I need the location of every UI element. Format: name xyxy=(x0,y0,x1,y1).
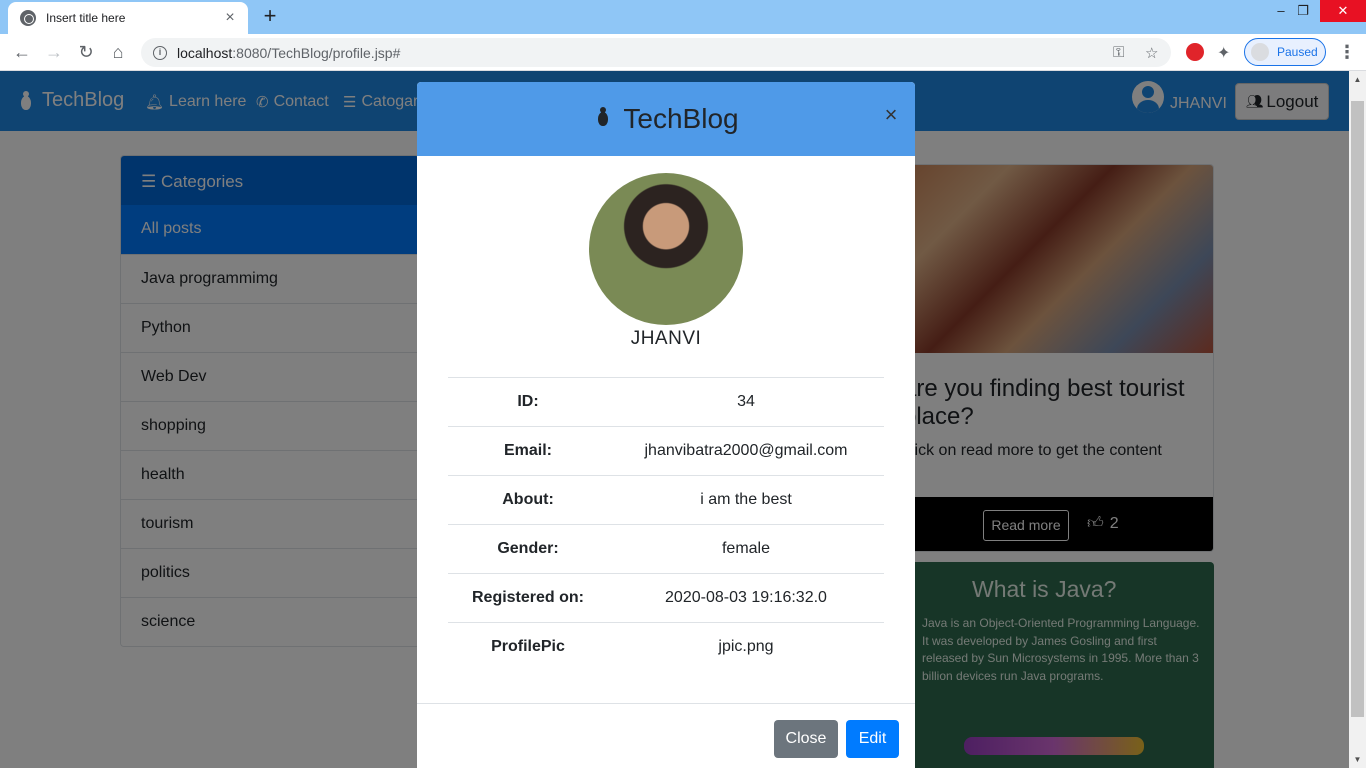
profile-picture xyxy=(589,173,743,325)
row-value: jhanvibatra2000@gmail.com xyxy=(608,426,884,476)
scroll-up-icon[interactable]: ▲ xyxy=(1349,71,1366,88)
modal-header: TechBlog × xyxy=(417,82,915,156)
row-value: 2020-08-03 19:16:32.0 xyxy=(608,573,884,623)
row-label: ProfilePic xyxy=(448,622,608,672)
row-value: female xyxy=(608,524,884,574)
table-row: About: i am the best xyxy=(448,475,884,525)
reload-icon[interactable]: ↻ xyxy=(74,40,98,64)
browser-tab-bar: Insert title here × + – ❐ ✕ xyxy=(0,0,1366,34)
modal-title: TechBlog xyxy=(417,103,915,135)
close-button[interactable]: Close xyxy=(774,720,838,758)
star-icon[interactable]: ☆ xyxy=(1145,44,1158,62)
profile-paused-button[interactable]: Paused xyxy=(1244,38,1326,66)
profile-details-table: ID: 34 Email: jhanvibatra2000@gmail.com … xyxy=(448,377,884,672)
tab-close-button[interactable]: × xyxy=(222,10,238,26)
table-row: Email: jhanvibatra2000@gmail.com xyxy=(448,426,884,476)
table-row: Gender: female xyxy=(448,524,884,574)
profile-name: JHANVI xyxy=(630,328,702,349)
menu-icon[interactable]: ⋮ xyxy=(1338,42,1356,63)
modal-close-icon[interactable]: × xyxy=(883,102,899,128)
key-icon[interactable]: ⚿ xyxy=(1113,44,1124,61)
row-value: 34 xyxy=(608,377,884,427)
info-icon[interactable]: i xyxy=(153,45,167,60)
window-close-button[interactable]: ✕ xyxy=(1320,0,1366,22)
profile-modal: TechBlog × JHANVI ID: 34 Email: jhanviba… xyxy=(417,82,915,768)
row-label: About: xyxy=(448,475,608,525)
table-row: ID: 34 xyxy=(448,377,884,427)
back-icon[interactable]: ← xyxy=(10,40,34,64)
globe-icon xyxy=(20,10,36,26)
browser-toolbar: ← → ↻ ⌂ i localhost:8080/TechBlog/profil… xyxy=(0,34,1366,71)
bug-icon xyxy=(593,106,617,132)
edit-button[interactable]: Edit xyxy=(846,720,899,758)
browser-tab[interactable]: Insert title here × xyxy=(8,2,248,34)
address-bar[interactable]: i localhost:8080/TechBlog/profile.jsp# ⚿… xyxy=(141,38,1171,67)
avatar xyxy=(1251,43,1269,61)
new-tab-button[interactable]: + xyxy=(258,5,282,29)
tab-title: Insert title here xyxy=(46,11,126,25)
paused-label: Paused xyxy=(1277,45,1318,59)
table-row: Registered on: 2020-08-03 19:16:32.0 xyxy=(448,573,884,623)
row-label: ID: xyxy=(448,377,608,427)
row-value: i am the best xyxy=(608,475,884,525)
row-label: Gender: xyxy=(448,524,608,574)
extensions-icon[interactable]: ✦ xyxy=(1217,43,1235,62)
table-row: ProfilePic jpic.png xyxy=(448,622,884,672)
home-icon[interactable]: ⌂ xyxy=(106,40,130,64)
forward-icon[interactable]: → xyxy=(42,40,66,64)
scroll-thumb[interactable] xyxy=(1351,101,1364,717)
page-scrollbar[interactable]: ▲ ▼ xyxy=(1349,71,1366,768)
row-label: Registered on: xyxy=(448,573,608,623)
scroll-down-icon[interactable]: ▼ xyxy=(1349,751,1366,768)
opera-icon[interactable] xyxy=(1186,43,1204,61)
url-text: localhost:8080/TechBlog/profile.jsp# xyxy=(177,44,401,61)
page: TechBlog 🔔︎ Learn here ✆ Contact ☰ Catog… xyxy=(0,71,1366,768)
row-label: Email: xyxy=(448,426,608,476)
row-value: jpic.png xyxy=(608,622,884,672)
modal-footer: Close Edit xyxy=(417,703,915,768)
